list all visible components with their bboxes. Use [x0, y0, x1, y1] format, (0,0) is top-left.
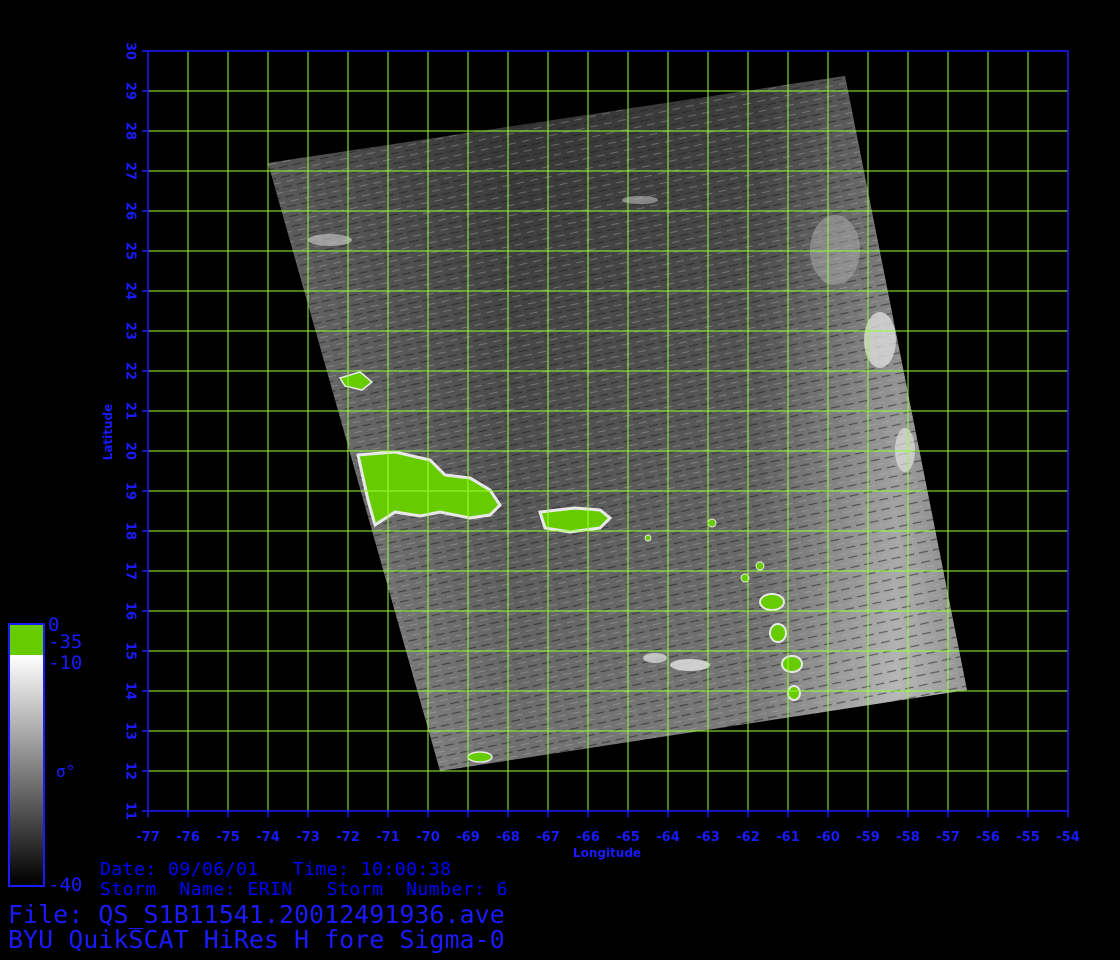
longitude-tick-label: -75: [216, 830, 240, 845]
product-line: BYU QuikSCAT HiRes H fore Sigma-0: [8, 925, 505, 954]
longitude-tick-label: -69: [456, 830, 480, 845]
latitude-tick-label: 21: [123, 402, 138, 420]
colorbar-bottom-label: -40: [48, 874, 83, 896]
longitude-axis-label: Longitude: [573, 846, 641, 860]
latitude-tick-label: 27: [123, 162, 138, 180]
latitude-tick-label: 19: [123, 482, 138, 500]
latitude-axis-label: Latitude: [101, 404, 115, 461]
longitude-tick-label: -60: [816, 830, 840, 845]
latitude-tick-label: 16: [123, 602, 138, 620]
longitude-tick-label: -59: [856, 830, 880, 845]
latitude-tick-label: 17: [123, 562, 138, 580]
longitude-tick-label: -67: [536, 830, 560, 845]
colorbar: [8, 623, 45, 887]
latitude-tick-label: 22: [123, 362, 138, 380]
longitude-tick-label: -77: [136, 830, 160, 845]
latitude-tick-label: 13: [123, 722, 138, 740]
guadeloupe: [759, 593, 785, 611]
latitude-tick-label: 14: [123, 682, 138, 700]
latitude-tick-label: 15: [123, 642, 138, 660]
colorbar-symbol: σ°: [56, 762, 76, 781]
longitude-tick-label: -54: [1056, 830, 1080, 845]
latitude-tick-label: 18: [123, 522, 138, 540]
longitude-tick-label: -57: [936, 830, 960, 845]
latitude-tick-label: 28: [123, 122, 138, 140]
colorbar-upper-label: -10: [48, 652, 83, 674]
map-plot: -77 -76 -75 -74 -73 -72 -71 -70 -69 -68 -67 -66 -65 -…: [8, 42, 1080, 887]
latitude-tick-label: 30: [123, 42, 138, 60]
longitude-tick-label: -66: [576, 830, 600, 845]
south-american-coast: [467, 751, 493, 763]
longitude-tick-label: -65: [616, 830, 640, 845]
longitude-tick-label: -63: [696, 830, 720, 845]
longitude-tick-label: -74: [256, 830, 280, 845]
latitude-tick-label: 23: [123, 322, 138, 340]
latitude-tick-label: 29: [123, 82, 138, 100]
longitude-tick-label: -62: [736, 830, 760, 845]
longitude-tick-label: -73: [296, 830, 320, 845]
latitude-tick-label: 24: [123, 282, 138, 300]
longitude-tick-label: -58: [896, 830, 920, 845]
latitude-tick-label: 11: [123, 802, 138, 820]
longitude-tick-label: -68: [496, 830, 520, 845]
longitude-tick-label: -64: [656, 830, 680, 845]
latitude-tick-label: 26: [123, 202, 138, 220]
st-vincent: [787, 685, 801, 701]
longitude-tick-label: -72: [336, 830, 360, 845]
longitude-tick-label: -70: [416, 830, 440, 845]
longitude-tick-label: -61: [776, 830, 800, 845]
puerto-rico: [538, 506, 613, 534]
date-time-line: Date: 09/06/01 Time: 10:00:38: [100, 859, 452, 880]
latitude-tick-label: 25: [123, 242, 138, 260]
latitude-tick-label: 12: [123, 762, 138, 780]
longitude-tick-label: -55: [1016, 830, 1040, 845]
storm-line: Storm Name: ERIN Storm Number: 6: [100, 879, 509, 900]
st-lucia: [781, 655, 803, 673]
scatterometer-swath: [268, 76, 967, 771]
latitude-tick-label: 20: [123, 442, 138, 460]
martinique: [769, 623, 787, 643]
longitude-tick-label: -71: [376, 830, 400, 845]
colorbar-land-label: -35: [48, 631, 83, 653]
longitude-tick-label: -56: [976, 830, 1000, 845]
longitude-tick-label: -76: [176, 830, 200, 845]
